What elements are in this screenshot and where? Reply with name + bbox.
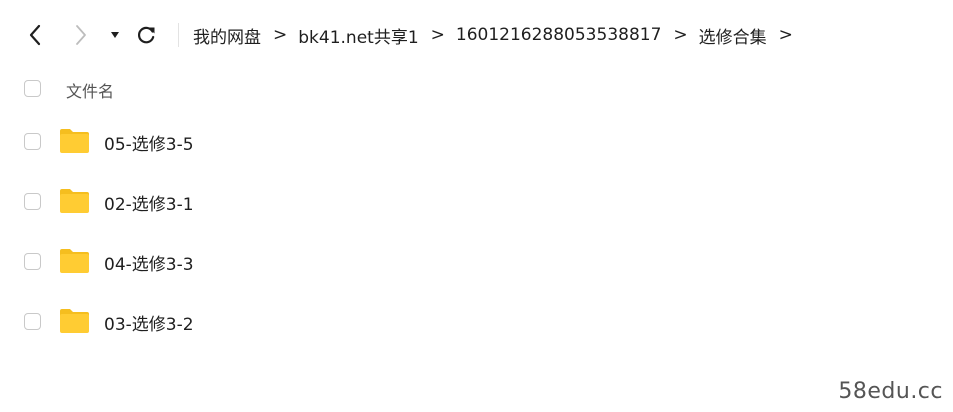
file-row[interactable]: 04-选修3-3 xyxy=(0,234,953,290)
forward-button[interactable] xyxy=(66,20,96,50)
folder-icon xyxy=(60,249,89,273)
refresh-button[interactable] xyxy=(131,20,161,50)
row-checkbox[interactable] xyxy=(24,253,41,270)
breadcrumb-separator[interactable]: > xyxy=(779,25,793,45)
select-all-checkbox[interactable] xyxy=(24,80,41,97)
watermark: 58edu.cc xyxy=(838,379,943,404)
caret-down-icon xyxy=(111,32,119,38)
row-checkbox[interactable] xyxy=(24,133,41,150)
breadcrumb-item-share[interactable]: bk41.net共享1 xyxy=(298,23,418,48)
history-dropdown-button[interactable] xyxy=(101,20,129,50)
file-row[interactable]: 03-选修3-2 xyxy=(0,294,953,350)
breadcrumb-item-current[interactable]: 选修合集 xyxy=(699,23,767,48)
breadcrumb-item-my-drive[interactable]: 我的网盘 xyxy=(193,23,261,48)
file-row[interactable]: 05-选修3-5 xyxy=(0,114,953,170)
file-name[interactable]: 05-选修3-5 xyxy=(104,130,194,155)
breadcrumb-separator: > xyxy=(673,25,688,45)
refresh-icon xyxy=(138,26,155,44)
toolbar-divider xyxy=(178,23,179,47)
breadcrumb-item-id-folder[interactable]: 1601216288053538817 xyxy=(456,25,662,45)
breadcrumb-separator: > xyxy=(430,25,445,45)
file-list-header: 文件名 xyxy=(0,72,953,106)
file-row[interactable]: 02-选修3-1 xyxy=(0,174,953,230)
folder-icon xyxy=(60,309,89,333)
chevron-left-icon xyxy=(29,24,41,46)
row-checkbox[interactable] xyxy=(24,313,41,330)
breadcrumb-separator: > xyxy=(273,25,288,45)
file-name[interactable]: 02-选修3-1 xyxy=(104,190,194,215)
file-name[interactable]: 04-选修3-3 xyxy=(104,250,194,275)
folder-icon xyxy=(60,189,89,213)
folder-icon xyxy=(60,129,89,153)
toolbar: 我的网盘 > bk41.net共享1 > 1601216288053538817… xyxy=(0,0,953,70)
row-checkbox[interactable] xyxy=(24,193,41,210)
chevron-right-icon xyxy=(76,25,86,45)
column-header-filename[interactable]: 文件名 xyxy=(66,78,114,102)
breadcrumb: 我的网盘 > bk41.net共享1 > 1601216288053538817… xyxy=(193,20,804,50)
file-name[interactable]: 03-选修3-2 xyxy=(104,310,194,335)
back-button[interactable] xyxy=(20,20,50,50)
